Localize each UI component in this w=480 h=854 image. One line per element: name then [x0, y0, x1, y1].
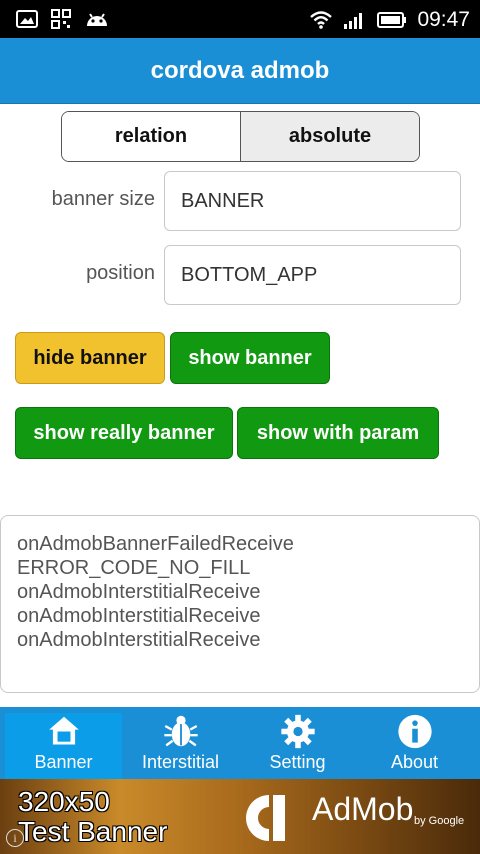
relation-segment-button[interactable]: relation	[62, 112, 240, 161]
show-banner-button[interactable]: show banner	[170, 332, 330, 384]
log-line: onAdmobInterstitialReceive	[17, 629, 261, 651]
log-line: onAdmobInterstitialReceive	[17, 605, 261, 627]
hide-banner-label: hide banner	[33, 346, 147, 369]
position-row: position	[0, 245, 480, 305]
tab-banner[interactable]: Banner	[5, 713, 122, 779]
tab-interstitial[interactable]: Interstitial	[122, 713, 239, 779]
clock: 09:47	[417, 8, 470, 31]
relation-label: relation	[114, 125, 188, 147]
system-icons: 09:47	[309, 8, 470, 32]
position-label: position	[86, 262, 155, 284]
tab-interstitial-label: Interstitial	[141, 752, 220, 772]
ad-info-icon[interactable]: i	[6, 829, 24, 847]
android-notification-icon	[87, 13, 107, 26]
ad-size-label: 320x50	[18, 786, 110, 817]
tab-banner-label: Banner	[34, 752, 93, 772]
hide-banner-button[interactable]: hide banner	[15, 332, 165, 384]
bug-icon	[163, 715, 198, 747]
home-icon	[48, 716, 79, 745]
bottom-tab-bar: Banner Interstitial Setting About	[0, 707, 480, 779]
test-ad-banner[interactable]: 320x50 Test Banner AdMob by Google i	[0, 779, 480, 854]
battery-icon	[377, 12, 407, 28]
wifi-icon	[310, 11, 333, 29]
by-google-label: by Google	[414, 815, 465, 827]
gear-icon	[280, 714, 315, 749]
show-with-param-label: show with param	[256, 421, 420, 444]
signal-icon	[344, 13, 363, 29]
tab-setting[interactable]: Setting	[239, 713, 356, 779]
absolute-label: absolute	[288, 125, 372, 147]
image-notification-icon	[16, 10, 38, 28]
admob-brand: AdMob	[312, 791, 414, 827]
qr-notification-icon	[51, 9, 71, 29]
show-with-param-button[interactable]: show with param	[237, 407, 439, 459]
absolute-segment-button[interactable]: absolute	[240, 112, 419, 161]
status-bar: 09:47	[0, 0, 480, 38]
tab-about[interactable]: About	[356, 713, 473, 779]
position-mode-segment: relation absolute	[61, 111, 420, 162]
banner-size-input[interactable]	[164, 171, 461, 231]
log-line: onAdmobBannerFailedReceive	[17, 533, 294, 555]
event-log[interactable]: onAdmobBannerFailedReceive ERROR_CODE_NO…	[0, 515, 480, 693]
log-line: onAdmobInterstitialReceive	[17, 581, 261, 603]
position-input[interactable]	[164, 245, 461, 305]
show-really-banner-button[interactable]: show really banner	[15, 407, 233, 459]
tab-setting-label: Setting	[269, 752, 326, 772]
banner-size-row: banner size	[0, 171, 480, 231]
notification-icons	[16, 8, 110, 30]
admob-logo-icon	[246, 795, 285, 841]
info-icon	[397, 714, 432, 749]
tab-about-label: About	[390, 752, 439, 772]
app-title: cordova admob	[150, 56, 330, 84]
log-line: ERROR_CODE_NO_FILL	[17, 557, 251, 579]
app-header: cordova admob	[0, 38, 480, 104]
banner-size-label: banner size	[51, 188, 155, 210]
show-banner-label: show banner	[188, 346, 312, 369]
ad-test-label: Test Banner	[18, 816, 168, 847]
show-really-banner-label: show really banner	[33, 421, 215, 444]
ad-text: 320x50 Test Banner	[18, 787, 167, 847]
